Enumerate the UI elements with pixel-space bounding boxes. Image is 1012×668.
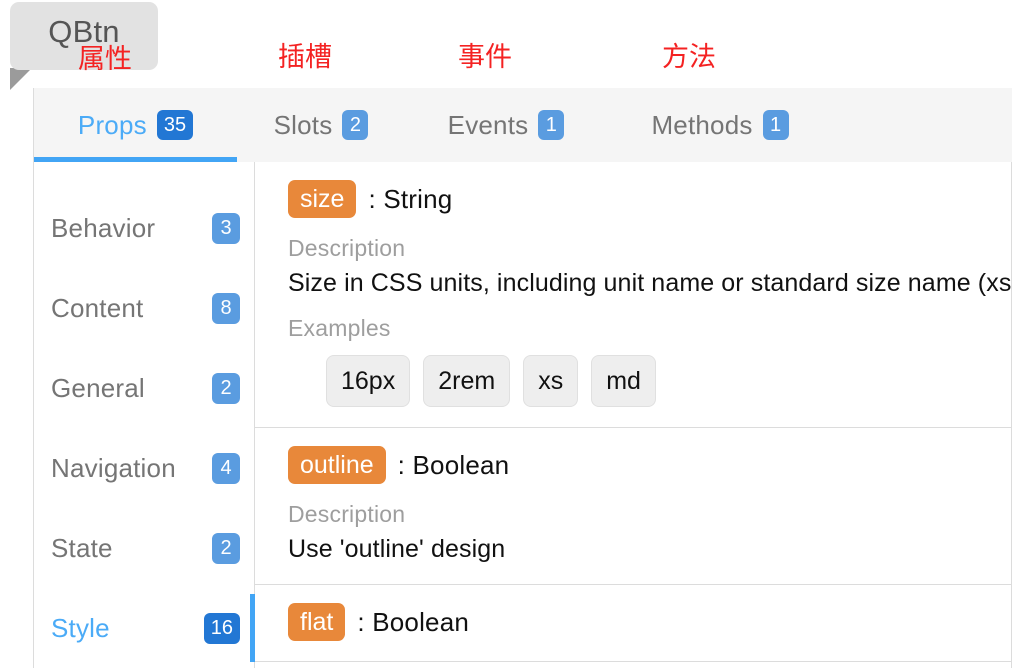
sidebar-count-badge: 3	[212, 212, 240, 244]
tab-count-badge: 2	[342, 110, 369, 140]
body-split: Behavior 3 Content 8 General 2 Navigation 4 Stat…	[33, 162, 1012, 668]
props-content-panel: size : String Description Size in CSS units…	[255, 162, 1012, 668]
sidebar-count-badge: 2	[212, 532, 240, 564]
sidebar-item-state[interactable]: State 2	[34, 508, 254, 588]
active-tab-indicator	[34, 157, 237, 162]
sidebar-item-label: Style	[51, 612, 110, 643]
tab-label: Props	[77, 109, 147, 140]
prop-header: size : String	[288, 180, 1011, 218]
prop-name-badge[interactable]: outline	[288, 446, 386, 484]
tab-count-badge: 1	[538, 110, 565, 140]
prop-section: outline : Boolean Description Use 'outline'…	[255, 428, 1011, 585]
examples-label: Examples	[288, 315, 391, 341]
tab-label: Methods	[651, 109, 753, 140]
category-sidebar: Behavior 3 Content 8 General 2 Navigation 4 Stat…	[33, 162, 255, 668]
sidebar-item-label: Behavior	[51, 212, 156, 243]
annotation-label-3: 方法	[662, 42, 716, 73]
description-text: Use 'outline' design	[288, 535, 506, 563]
prop-section: flat : Boolean	[255, 585, 1011, 662]
description-label: Description	[288, 235, 406, 261]
prop-header: outline : Boolean	[288, 446, 1011, 484]
tab-props[interactable]: Props 35	[34, 88, 237, 162]
sidebar-item-label: Content	[51, 292, 144, 323]
tab-label: Events	[447, 109, 529, 140]
prop-type-label: : Boolean	[397, 449, 510, 480]
prop-type-label: : String	[368, 183, 453, 214]
tab-count-badge: 35	[156, 110, 194, 140]
example-chip[interactable]: 16px	[326, 355, 411, 407]
annotation-label-2: 事件	[458, 42, 512, 73]
annotation-label-0: 属性	[78, 44, 132, 75]
sidebar-item-label: Navigation	[51, 452, 176, 483]
prop-header: flat : Boolean	[288, 603, 1011, 641]
annotation-label-1: 插槽	[278, 42, 332, 73]
prop-name-badge[interactable]: size	[288, 180, 357, 218]
example-chip[interactable]: 2rem	[423, 355, 511, 407]
examples-row: 16px 2rem xs md	[288, 355, 1011, 407]
sidebar-item-label: State	[51, 532, 113, 563]
example-chip[interactable]: xs	[523, 355, 579, 407]
tab-slots[interactable]: Slots 2	[237, 88, 405, 162]
sidebar-count-badge: 8	[212, 292, 240, 324]
tab-label: Slots	[273, 109, 333, 140]
app-root: QBtn 属性 插槽 事件 方法 Props 35 Slots 2 Events 1 Method…	[0, 0, 1012, 668]
tab-methods[interactable]: Methods 1	[607, 88, 833, 162]
sidebar-item-label: General	[51, 372, 145, 403]
sidebar-count-badge: 2	[212, 372, 240, 404]
sidebar-item-style[interactable]: Style 16	[34, 588, 255, 668]
description-label: Description	[288, 501, 406, 527]
prop-type-label: : Boolean	[357, 606, 470, 637]
sidebar-item-general[interactable]: General 2	[34, 348, 254, 428]
description-text: Size in CSS units, including unit name o…	[288, 269, 1012, 297]
tab-bar: Props 35 Slots 2 Events 1 Methods 1	[33, 88, 1012, 162]
prop-section: size : String Description Size in CSS units…	[255, 162, 1011, 428]
prop-name-badge[interactable]: flat	[288, 603, 346, 641]
callout-tail-icon	[10, 68, 32, 90]
tab-count-badge: 1	[762, 110, 789, 140]
sidebar-item-behavior[interactable]: Behavior 3	[34, 188, 254, 268]
sidebar-item-navigation[interactable]: Navigation 4	[34, 428, 254, 508]
sidebar-count-badge: 4	[212, 452, 240, 484]
tab-events[interactable]: Events 1	[405, 88, 607, 162]
example-chip[interactable]: md	[591, 355, 656, 407]
sidebar-count-badge: 16	[203, 612, 240, 644]
sidebar-item-content[interactable]: Content 8	[34, 268, 254, 348]
